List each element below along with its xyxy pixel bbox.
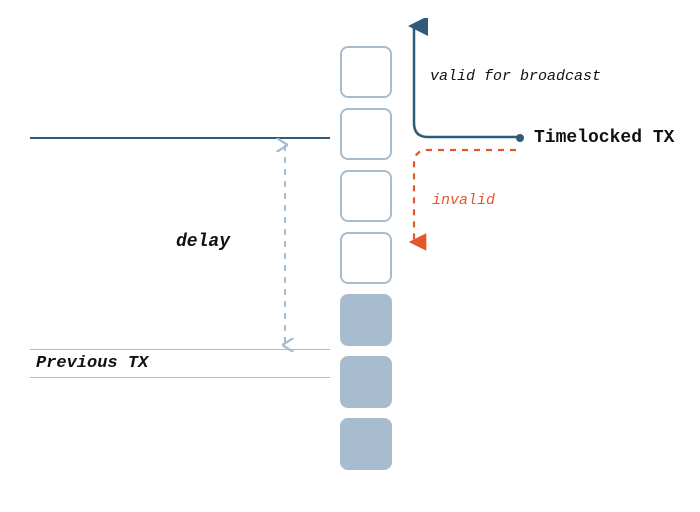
timelocked-node-icon: [516, 134, 524, 142]
block-future-2: [340, 170, 392, 222]
block-future-4: [340, 46, 392, 98]
previous-tx-label: Previous TX: [36, 354, 148, 373]
block-future-1: [340, 232, 392, 284]
timelocked-tx-label: Timelocked TX: [534, 128, 674, 148]
invalid-label: invalid: [432, 192, 495, 209]
previous-tx-bottom-line: [30, 377, 330, 378]
block-confirmed-3: [340, 294, 392, 346]
block-confirmed-2: [340, 356, 392, 408]
block-confirmed-1: [340, 418, 392, 470]
block-future-3: [340, 108, 392, 160]
delay-arrow: [275, 137, 295, 353]
valid-label: valid for broadcast: [430, 68, 601, 85]
delay-label: delay: [176, 232, 230, 252]
